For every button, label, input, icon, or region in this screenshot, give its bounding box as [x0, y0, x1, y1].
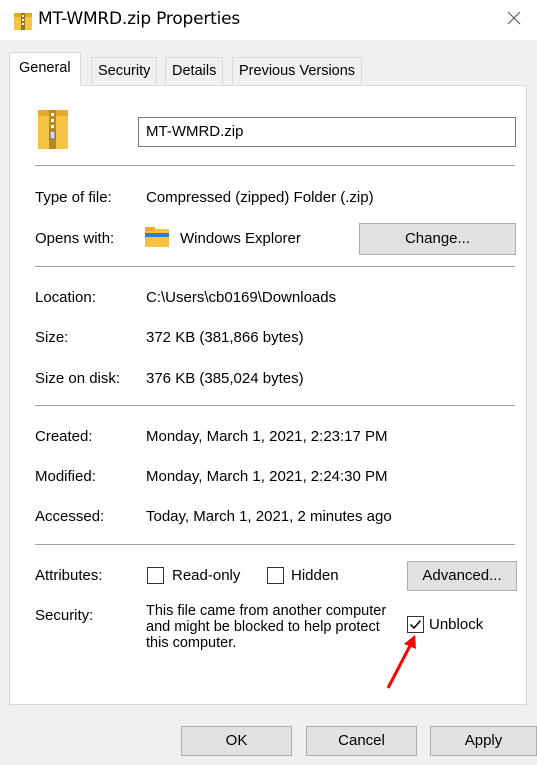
size-on-disk-value: 376 KB (385,024 bytes): [146, 370, 304, 387]
security-message: This file came from another computer and…: [146, 603, 387, 651]
location-value: C:\Users\cb0169\Downloads: [146, 289, 337, 306]
size-on-disk-label: Size on disk:: [35, 370, 121, 387]
zip-folder-icon: [14, 11, 32, 35]
separator: [35, 266, 515, 267]
modified-label: Modified:: [35, 468, 96, 485]
separator: [35, 405, 515, 406]
close-button[interactable]: [491, 0, 537, 40]
location-label: Location:: [35, 289, 96, 306]
attributes-label: Attributes:: [35, 567, 103, 584]
opens-with-label: Opens with:: [35, 230, 115, 247]
tab-general[interactable]: General: [9, 52, 81, 86]
read-only-checkbox[interactable]: [147, 567, 164, 584]
read-only-label[interactable]: Read-only: [172, 567, 240, 584]
red-arrow-annotation: [386, 635, 416, 689]
accessed-label: Accessed:: [35, 508, 105, 525]
apply-button[interactable]: Apply: [430, 726, 537, 756]
modified-value: Monday, March 1, 2021, 2:24:30 PM: [146, 468, 388, 485]
filename-input[interactable]: MT-WMRD.zip: [138, 117, 516, 147]
opens-with-value: Windows Explorer: [180, 230, 301, 247]
hidden-checkbox[interactable]: [267, 567, 284, 584]
created-label: Created:: [35, 428, 93, 445]
type-of-file-label: Type of file:: [35, 189, 112, 206]
tab-previous-versions[interactable]: Previous Versions: [232, 57, 363, 85]
unblock-checkbox[interactable]: [407, 616, 424, 633]
accessed-value: Today, March 1, 2021, 2 minutes ago: [146, 508, 392, 525]
change-button[interactable]: Change...: [359, 223, 516, 255]
separator: [35, 544, 515, 545]
checkmark-icon: [409, 620, 422, 630]
size-label: Size:: [35, 329, 69, 346]
type-of-file-value: Compressed (zipped) Folder (.zip): [146, 189, 374, 206]
file-explorer-icon: [145, 227, 169, 251]
cancel-button[interactable]: Cancel: [306, 726, 417, 756]
window-title: MT-WMRD.zip Properties: [38, 9, 241, 29]
separator: [35, 165, 515, 166]
created-value: Monday, March 1, 2021, 2:23:17 PM: [146, 428, 388, 445]
advanced-button[interactable]: Advanced...: [407, 561, 517, 591]
zip-folder-large-icon: [38, 107, 68, 153]
unblock-label[interactable]: Unblock: [429, 616, 483, 633]
tab-details[interactable]: Details: [165, 57, 224, 85]
tab-security[interactable]: Security: [91, 57, 158, 85]
size-value: 372 KB (381,866 bytes): [146, 329, 304, 346]
security-label: Security:: [35, 607, 94, 624]
title-bar: MT-WMRD.zip Properties: [0, 0, 537, 40]
hidden-label[interactable]: Hidden: [291, 567, 339, 584]
close-icon: [507, 11, 521, 29]
ok-button[interactable]: OK: [181, 726, 292, 756]
